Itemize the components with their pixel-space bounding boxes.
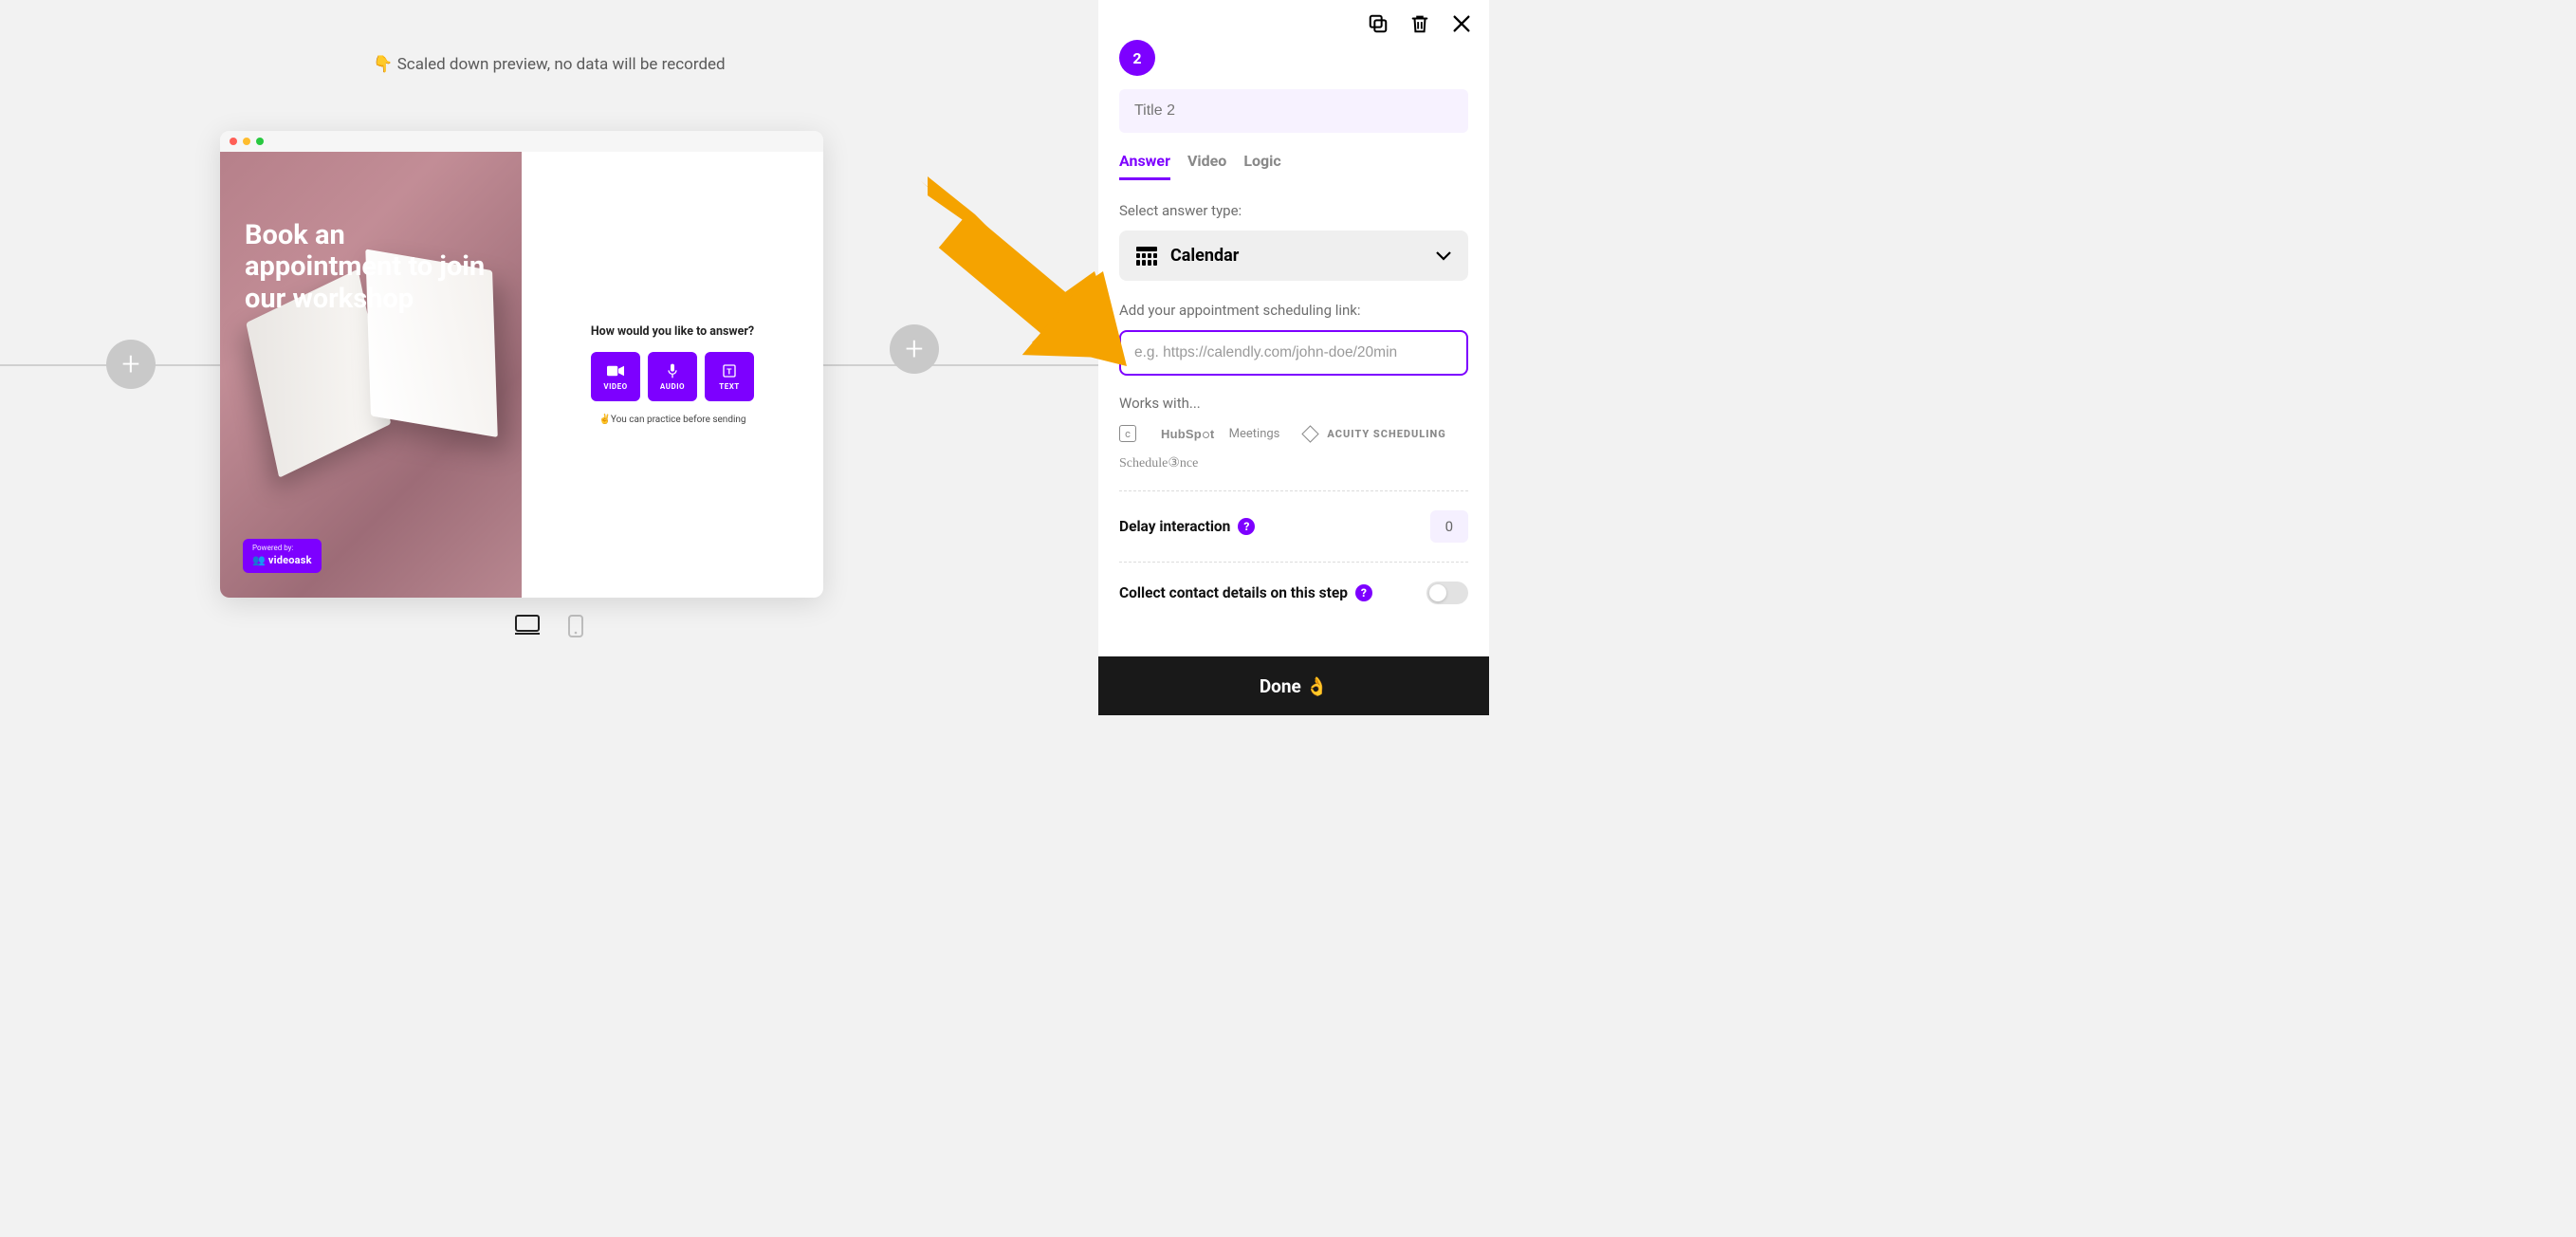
answer-buttons: VIDEO AUDIO T TEXT bbox=[591, 352, 754, 401]
window-titlebar bbox=[220, 131, 823, 152]
mobile-icon bbox=[568, 615, 583, 637]
toggle-knob bbox=[1429, 584, 1446, 601]
device-toggle bbox=[0, 615, 1098, 641]
traffic-light-close bbox=[230, 138, 237, 145]
powered-by-label: Powered by: bbox=[252, 544, 312, 552]
traffic-light-min bbox=[243, 138, 250, 145]
settings-panel: 2 Answer Video Logic Select answer type:… bbox=[1098, 0, 1489, 715]
canvas: 👇 Scaled down preview, no data will be r… bbox=[0, 0, 1098, 715]
copy-icon bbox=[1368, 13, 1389, 34]
duplicate-button[interactable] bbox=[1368, 13, 1389, 34]
link-input-label: Add your appointment scheduling link: bbox=[1119, 302, 1468, 319]
close-button[interactable] bbox=[1451, 13, 1472, 34]
panel-tabs: Answer Video Logic bbox=[1119, 152, 1468, 181]
practice-note: ✌️You can practice before sending bbox=[598, 415, 745, 425]
step-title-input[interactable] bbox=[1119, 89, 1468, 133]
mobile-preview-button[interactable] bbox=[568, 615, 583, 641]
preview-video-panel: Book an appointment to join our workshop… bbox=[220, 152, 522, 598]
scheduling-link-input[interactable] bbox=[1119, 330, 1468, 376]
svg-text:T: T bbox=[727, 367, 732, 377]
preview-answer-panel: How would you like to answer? VIDEO AUDI… bbox=[522, 152, 823, 598]
powered-by-brand: videoask bbox=[252, 554, 312, 566]
done-button[interactable]: Done 👌 bbox=[1098, 656, 1489, 715]
tab-logic[interactable]: Logic bbox=[1243, 152, 1280, 180]
traffic-light-max bbox=[256, 138, 264, 145]
hero-title: Book an appointment to join our workshop bbox=[245, 220, 503, 315]
answer-prompt: How would you like to answer? bbox=[591, 324, 754, 339]
trash-icon bbox=[1409, 13, 1430, 34]
delay-value-input[interactable]: 0 bbox=[1430, 510, 1468, 543]
collect-contact-label: Collect contact details on this step bbox=[1119, 584, 1348, 601]
integration-acuity: ACUITY SCHEDULING bbox=[1304, 428, 1445, 440]
audio-button-label: AUDIO bbox=[660, 382, 685, 391]
preview-note: 👇 Scaled down preview, no data will be r… bbox=[0, 55, 1098, 74]
desktop-preview-button[interactable] bbox=[515, 615, 540, 641]
help-icon[interactable]: ? bbox=[1355, 584, 1372, 601]
answer-audio-button[interactable]: AUDIO bbox=[648, 352, 697, 401]
tab-video[interactable]: Video bbox=[1187, 152, 1226, 180]
delay-interaction-row: Delay interaction ? 0 bbox=[1119, 491, 1468, 563]
close-icon bbox=[1451, 13, 1472, 34]
collect-contact-toggle[interactable] bbox=[1426, 582, 1468, 604]
add-step-after-button[interactable]: + bbox=[890, 324, 939, 374]
tab-answer[interactable]: Answer bbox=[1119, 152, 1170, 180]
mic-icon bbox=[664, 363, 681, 378]
step-number-badge: 2 bbox=[1119, 40, 1155, 76]
integration-hubspot: HubSpt Meetings bbox=[1161, 427, 1279, 441]
desktop-icon bbox=[515, 615, 540, 636]
text-button-label: TEXT bbox=[719, 382, 740, 391]
answer-text-button[interactable]: T TEXT bbox=[705, 352, 754, 401]
works-with-label: Works with... bbox=[1119, 395, 1468, 412]
acuity-icon bbox=[1302, 425, 1319, 442]
powered-by-badge[interactable]: Powered by: videoask bbox=[243, 539, 322, 573]
collect-contact-row: Collect contact details on this step ? bbox=[1119, 563, 1468, 623]
delay-interaction-label: Delay interaction bbox=[1119, 518, 1230, 535]
help-icon[interactable]: ? bbox=[1238, 518, 1255, 535]
video-button-label: VIDEO bbox=[603, 382, 627, 391]
delete-button[interactable] bbox=[1409, 13, 1430, 34]
video-icon bbox=[607, 363, 624, 378]
answer-type-dropdown[interactable]: Calendar bbox=[1119, 231, 1468, 281]
preview-window: Book an appointment to join our workshop… bbox=[220, 131, 823, 598]
calendar-icon bbox=[1136, 247, 1157, 266]
done-label: Done 👌 bbox=[1260, 675, 1328, 697]
panel-top-actions bbox=[1098, 0, 1489, 40]
integrations-list: c HubSpt Meetings ACUITY SCHEDULING Sche… bbox=[1119, 425, 1468, 491]
dropdown-selected-label: Calendar bbox=[1170, 246, 1423, 266]
integration-scheduleonce: Schedule③nce bbox=[1119, 455, 1198, 471]
add-step-before-button[interactable]: + bbox=[106, 340, 156, 389]
calendly-icon: c bbox=[1119, 425, 1136, 442]
answer-video-button[interactable]: VIDEO bbox=[591, 352, 640, 401]
select-answer-type-label: Select answer type: bbox=[1119, 202, 1468, 219]
text-icon: T bbox=[721, 363, 738, 378]
preview-body: Book an appointment to join our workshop… bbox=[220, 152, 823, 598]
chevron-down-icon bbox=[1436, 247, 1451, 265]
integration-calendly: c bbox=[1119, 425, 1136, 442]
